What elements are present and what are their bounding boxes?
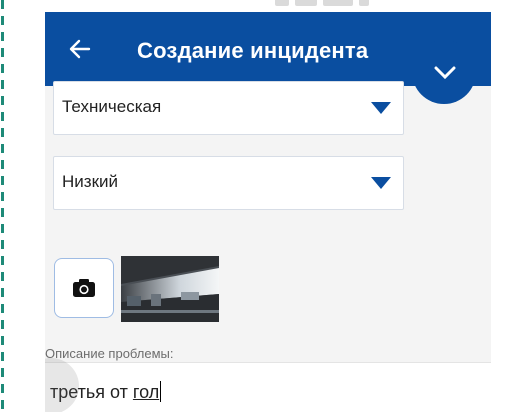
camera-icon xyxy=(73,279,95,297)
triangle-down-icon xyxy=(371,102,391,114)
category-value: Техническая xyxy=(62,97,162,116)
add-photo-button[interactable] xyxy=(54,258,114,318)
floating-action-button[interactable] xyxy=(412,40,476,104)
category-select[interactable]: Техническая xyxy=(53,81,404,135)
chevron-icon xyxy=(434,66,456,80)
description-composing-word: гол xyxy=(132,382,160,402)
description-label: Описание проблемы: xyxy=(45,346,174,361)
triangle-down-icon xyxy=(371,177,391,189)
description-field[interactable]: третья от гол xyxy=(45,362,491,412)
priority-select[interactable]: Низкий xyxy=(53,156,404,210)
status-icons xyxy=(275,0,385,6)
dashed-frame-edge xyxy=(0,0,8,412)
arrow-left-icon[interactable] xyxy=(67,36,93,62)
photo-thumbnail[interactable] xyxy=(121,256,219,322)
priority-value: Низкий xyxy=(62,172,118,191)
status-bar xyxy=(45,0,491,12)
text-cursor xyxy=(160,381,162,402)
page-title: Создание инцидента xyxy=(137,38,369,63)
app-screen: Создание инцидента Техническая Низкий Оп… xyxy=(45,0,491,412)
photo-image xyxy=(121,256,219,322)
